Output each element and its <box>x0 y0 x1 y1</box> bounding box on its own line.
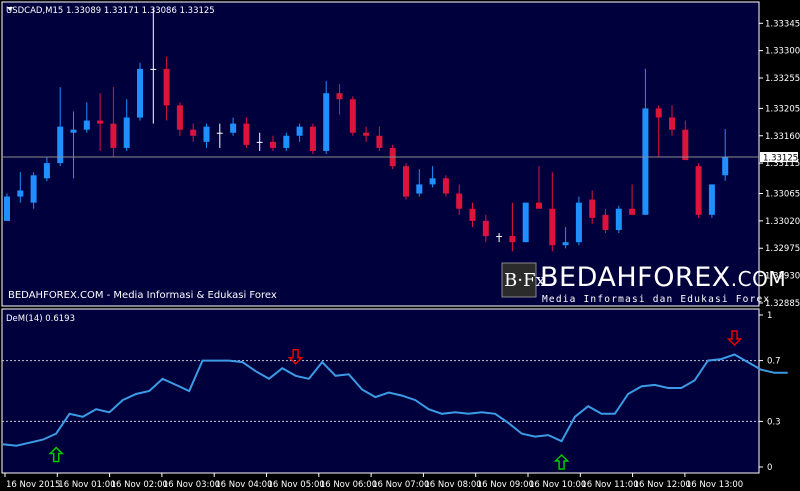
candle-body <box>97 120 104 124</box>
site-label: BEDAHFOREX.COM - Media Informasi & Eduka… <box>8 290 277 301</box>
brand-name: BEDAHFOREX.COM <box>540 262 786 293</box>
candle-body <box>442 178 449 194</box>
indicator-axis: 1 0.7 0.3 0 <box>759 311 781 473</box>
candle-body <box>216 132 223 134</box>
current-price-label: 1.33125 <box>763 154 798 164</box>
candle-body <box>682 129 689 161</box>
candle-body <box>589 199 596 218</box>
candle-body <box>57 126 64 164</box>
candle-body <box>549 208 556 246</box>
time-tick-label: 16 Nov 08:00 <box>424 480 481 490</box>
indicator-tick-label: 0.7 <box>767 357 781 367</box>
price-tick-label: 1.32975 <box>765 244 800 254</box>
candle-body <box>522 202 529 243</box>
candle-body <box>30 175 37 203</box>
candle-body <box>70 129 77 133</box>
time-tick-label: 16 Nov 12:00 <box>634 480 691 490</box>
chart-window: 1.33345 1.33300 1.33255 1.33205 1.33160 1.331… <box>0 0 800 491</box>
time-axis: 16 Nov 201516 Nov 01:0016 Nov 02:0016 No… <box>4 473 743 490</box>
candle-body <box>629 208 636 215</box>
candle-body <box>150 68 157 70</box>
candle-body <box>722 157 729 176</box>
candle-body <box>536 202 542 209</box>
chart-title: USDCAD,M15 1.33089 1.33171 1.33086 1.331… <box>6 6 215 16</box>
brand-tagline: Media Informasi dan Edukasi Forex <box>542 294 770 305</box>
indicator-tick-label: 1 <box>767 311 772 321</box>
candle-body <box>469 208 476 221</box>
time-tick-label: 16 Nov 03:00 <box>163 480 220 490</box>
candle-body <box>695 166 702 215</box>
candle-body <box>243 123 250 145</box>
candle-body <box>137 68 143 118</box>
candle-body <box>403 166 409 197</box>
candle-body <box>296 126 303 136</box>
candle-body <box>655 108 662 118</box>
candle-body <box>509 236 516 243</box>
candle-body <box>123 117 130 148</box>
candle-body <box>190 129 197 136</box>
candle-body <box>708 184 715 215</box>
candle-body <box>256 141 263 143</box>
time-tick-label: 16 Nov 09:00 <box>477 480 534 490</box>
candle-body <box>323 93 330 151</box>
candle-body <box>575 202 582 243</box>
price-tick-label: 1.33020 <box>765 217 800 227</box>
candle-body <box>669 117 675 130</box>
time-tick-label: 16 Nov 02:00 <box>111 480 168 490</box>
price-tick-label: 1.33345 <box>765 19 800 29</box>
price-tick-label: 1.33160 <box>765 132 800 142</box>
time-tick-label: 16 Nov 10:00 <box>529 480 586 490</box>
candle-body <box>309 126 316 151</box>
candle-body <box>482 220 489 237</box>
candle-body <box>496 236 503 238</box>
candle-body <box>163 68 170 106</box>
indicator-tick-label: 0.3 <box>767 417 781 427</box>
candle-body <box>283 135 290 148</box>
candle-body <box>230 123 237 133</box>
candle-body <box>602 214 609 230</box>
candle-body <box>363 132 370 136</box>
candle-body <box>83 120 90 130</box>
chart-canvas: 1.33345 1.33300 1.33255 1.33205 1.33160 1.331… <box>1 1 800 490</box>
watermark: B·Fx BEDAHFOREX.COM Media Informasi dan … <box>501 262 786 305</box>
indicator-panel[interactable] <box>1 308 760 474</box>
time-tick-label: 16 Nov 01:00 <box>58 480 115 490</box>
time-tick-label: 16 Nov 04:00 <box>215 480 272 490</box>
price-tick-label: 1.33255 <box>765 74 800 84</box>
price-tick-label: 1.33205 <box>765 104 800 114</box>
candle-body <box>270 141 276 148</box>
time-tick-label: 16 Nov 05:00 <box>268 480 325 490</box>
candle-body <box>43 163 50 179</box>
time-tick-label: 16 Nov 06:00 <box>320 480 377 490</box>
candle-body <box>429 178 436 185</box>
candle-body <box>4 196 10 221</box>
candle-body <box>176 105 183 130</box>
indicator-title: DeM(14) 0.6193 <box>6 314 75 324</box>
candle-body <box>376 135 383 148</box>
time-tick-label: 16 Nov 07:00 <box>372 480 429 490</box>
candle-body <box>203 126 210 142</box>
candle-body <box>336 93 343 100</box>
candle-body <box>17 190 24 197</box>
price-axis: 1.33345 1.33300 1.33255 1.33205 1.33160 1.331… <box>759 19 800 309</box>
candle-body <box>615 208 622 230</box>
time-tick-label: 16 Nov 11:00 <box>581 480 638 490</box>
time-tick-label: 16 Nov 13:00 <box>686 480 743 490</box>
candle-body <box>110 123 117 148</box>
price-tick-label: 1.33065 <box>765 190 800 200</box>
time-tick-label: 16 Nov 2015 <box>6 480 60 490</box>
price-tick-label: 1.33300 <box>765 47 800 57</box>
indicator-tick-label: 0 <box>767 463 772 473</box>
candle-body <box>642 108 649 215</box>
candle-body <box>349 99 356 133</box>
candle-body <box>562 242 569 246</box>
candle-body <box>456 193 463 209</box>
candle-body <box>416 184 423 194</box>
